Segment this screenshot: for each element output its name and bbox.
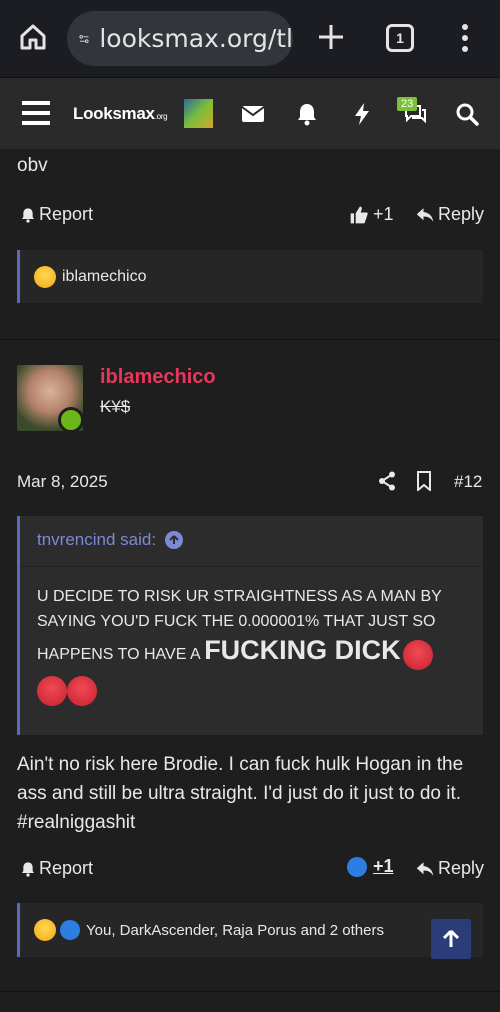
laughing-crying-emoji-icon xyxy=(34,919,56,941)
home-icon[interactable] xyxy=(18,22,48,52)
reply-arrow-icon xyxy=(416,207,434,222)
like-button[interactable]: +1 xyxy=(347,856,394,877)
reply-button[interactable]: Reply xyxy=(416,858,484,879)
reactions-text: iblamechico xyxy=(62,267,147,285)
tab-switcher-button[interactable]: 1 xyxy=(386,24,414,52)
post-divider xyxy=(0,991,500,992)
bell-icon[interactable] xyxy=(295,102,319,126)
thread-content: obv Report +1 Reply iblamechico iblamech… xyxy=(0,149,500,1003)
arrow-up-icon xyxy=(442,929,460,947)
reply-label: Reply xyxy=(438,204,485,224)
url-text: looksmax.org/tl xyxy=(99,24,293,53)
angry-emoji-icon xyxy=(402,639,433,670)
logo-text: Looksmax xyxy=(73,104,155,123)
quote-author: tnvrencind said: xyxy=(37,530,157,549)
reply-button[interactable]: Reply xyxy=(416,204,484,225)
address-bar[interactable]: looksmax.org/tl xyxy=(67,11,293,66)
site-navbar: Looksmax.org 23 xyxy=(0,77,500,149)
thumbs-up-icon xyxy=(350,206,368,223)
report-label: Report xyxy=(39,858,94,878)
quote-text-large: FUCKING DICK xyxy=(204,635,401,665)
jump-to-quote-icon xyxy=(165,531,184,549)
bell-icon xyxy=(22,861,34,877)
like-count: +1 xyxy=(373,856,394,876)
site-logo[interactable]: Looksmax.org xyxy=(73,104,168,124)
previous-post: obv Report +1 Reply iblamechico xyxy=(0,149,500,339)
notification-badge: 23 xyxy=(397,97,418,111)
share-icon[interactable] xyxy=(378,471,396,491)
user-title: K¥$ xyxy=(100,397,131,416)
like-reaction-icon xyxy=(347,856,367,877)
site-settings-icon[interactable] xyxy=(79,28,89,50)
post-date[interactable]: Mar 8, 2025 xyxy=(17,472,108,492)
angry-emoji-icon xyxy=(37,675,67,706)
reply-arrow-icon xyxy=(416,861,434,876)
search-icon[interactable] xyxy=(455,102,479,126)
quote-header-divider xyxy=(20,566,483,567)
user-avatar[interactable] xyxy=(184,99,213,128)
hamburger-menu-icon[interactable] xyxy=(22,100,50,126)
like-button[interactable]: +1 xyxy=(349,204,394,225)
like-count: +1 xyxy=(373,204,394,224)
report-button[interactable]: Report xyxy=(20,204,93,225)
reactions-bar[interactable]: You, DarkAscender, Raja Porus and 2 othe… xyxy=(17,903,483,957)
bell-icon xyxy=(22,207,34,223)
report-button[interactable]: Report xyxy=(20,858,93,879)
reactions-text: You, DarkAscender, Raja Porus and 2 othe… xyxy=(86,921,384,939)
post-number[interactable]: #12 xyxy=(454,472,482,492)
more-menu-icon[interactable] xyxy=(455,22,475,54)
report-label: Report xyxy=(39,204,94,224)
laughing-crying-emoji-icon xyxy=(34,265,56,288)
logo-suffix: .org xyxy=(154,112,168,121)
quote-header[interactable]: tnvrencind said: xyxy=(37,530,184,550)
reactions-bar[interactable]: iblamechico xyxy=(17,250,483,303)
quote-block: tnvrencind said: U DECIDE TO RISK UR STR… xyxy=(17,516,483,735)
online-status-indicator xyxy=(58,407,84,433)
username[interactable]: iblamechico xyxy=(100,366,216,389)
reply-label: Reply xyxy=(438,858,485,878)
scroll-to-top-button[interactable] xyxy=(431,919,471,959)
post-body: obv xyxy=(17,155,48,176)
like-reaction-icon xyxy=(60,920,80,940)
browser-toolbar: looksmax.org/tl 1 xyxy=(0,0,500,77)
mail-icon[interactable] xyxy=(241,102,265,126)
post: iblamechico K¥$ Mar 8, 2025 #12 tnvrenci… xyxy=(0,340,500,1003)
lightning-icon[interactable] xyxy=(350,102,374,126)
angry-emoji-icon xyxy=(67,675,97,706)
bookmark-icon[interactable] xyxy=(416,471,432,491)
quote-body: U DECIDE TO RISK UR STRAIGHTNESS AS A MA… xyxy=(37,584,467,706)
post-body: Ain't no risk here Brodie. I can fuck hu… xyxy=(17,754,464,833)
new-tab-icon[interactable] xyxy=(316,22,346,52)
